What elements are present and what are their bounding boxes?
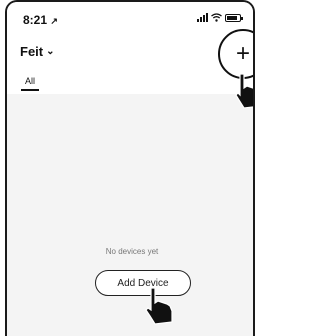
phone-screen: 8:21 ↗ Feit ⌄ All + No devices yet Add D… — [5, 0, 255, 336]
empty-message: No devices yet — [105, 247, 159, 256]
home-title: Feit — [20, 44, 44, 59]
status-time-text: 8:21 — [23, 13, 48, 27]
wifi-icon — [211, 13, 222, 22]
location-icon: ↗ — [50, 16, 58, 26]
app-header: 8:21 ↗ Feit ⌄ All — [7, 2, 253, 94]
battery-icon — [225, 14, 243, 22]
add-device-label: Add Device — [117, 277, 169, 289]
tab-all-label: All — [25, 76, 36, 86]
signal-icon — [197, 12, 208, 22]
tab-selected-indicator — [21, 89, 39, 91]
pointing-hand-icon — [235, 74, 253, 109]
chevron-down-icon: ⌄ — [46, 46, 55, 57]
tab-all[interactable]: All — [21, 76, 39, 91]
status-icons — [197, 12, 243, 22]
home-selector[interactable]: Feit ⌄ — [20, 44, 55, 59]
plus-icon: + — [235, 40, 250, 67]
status-time: 8:21 ↗ — [23, 13, 58, 27]
pointing-hand-icon — [145, 288, 173, 325]
